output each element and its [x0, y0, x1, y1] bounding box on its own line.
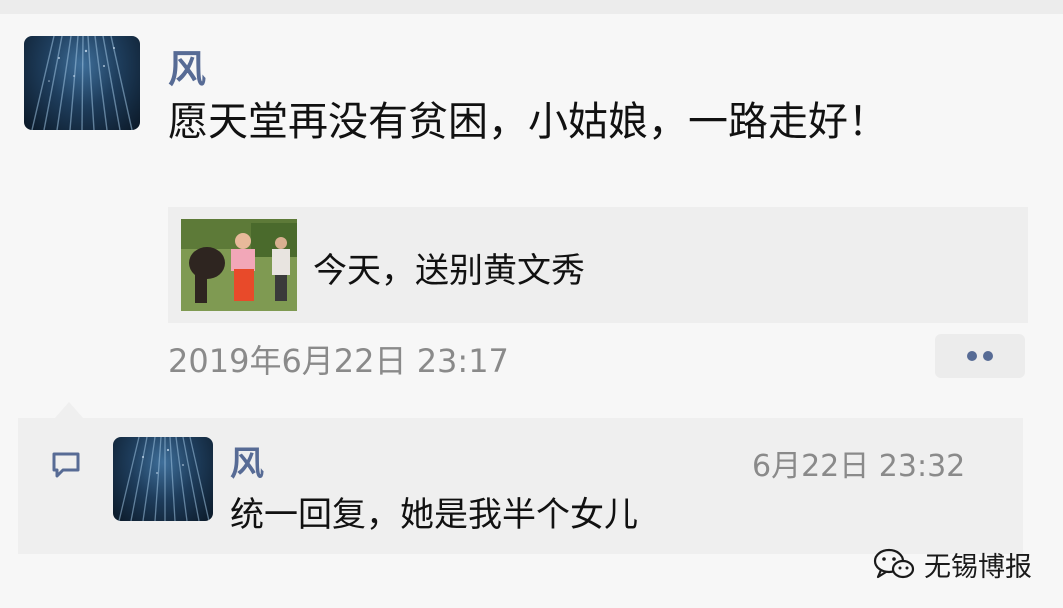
post-nickname[interactable]: 风	[168, 38, 206, 93]
speech-bubble-icon	[50, 450, 82, 480]
top-divider	[0, 0, 1063, 14]
wechat-icon	[873, 548, 915, 579]
post-text: 愿天堂再没有贫困，小姑娘，一路走好！	[168, 99, 888, 145]
shared-link-card[interactable]: 今天，送别黄文秀	[168, 207, 1028, 323]
link-thumbnail	[181, 219, 297, 311]
more-dot-icon	[967, 351, 977, 361]
watermark: 无锡博报	[872, 544, 1032, 584]
comment-avatar[interactable]	[113, 437, 213, 521]
comment-pointer	[55, 402, 83, 418]
comment-timestamp: 6月22日 23:32	[752, 449, 966, 484]
link-title: 今天，送别黄文秀	[313, 251, 585, 291]
more-button[interactable]	[935, 334, 1025, 378]
comment-nickname[interactable]: 风	[230, 436, 264, 485]
watermark-text: 无锡博报	[924, 551, 1032, 583]
comment-text[interactable]: 统一回复，她是我半个女儿	[230, 487, 638, 536]
more-dot-icon	[983, 351, 993, 361]
post-timestamp: 2019年6月22日 23:17	[168, 342, 509, 380]
post-avatar[interactable]	[24, 36, 140, 130]
